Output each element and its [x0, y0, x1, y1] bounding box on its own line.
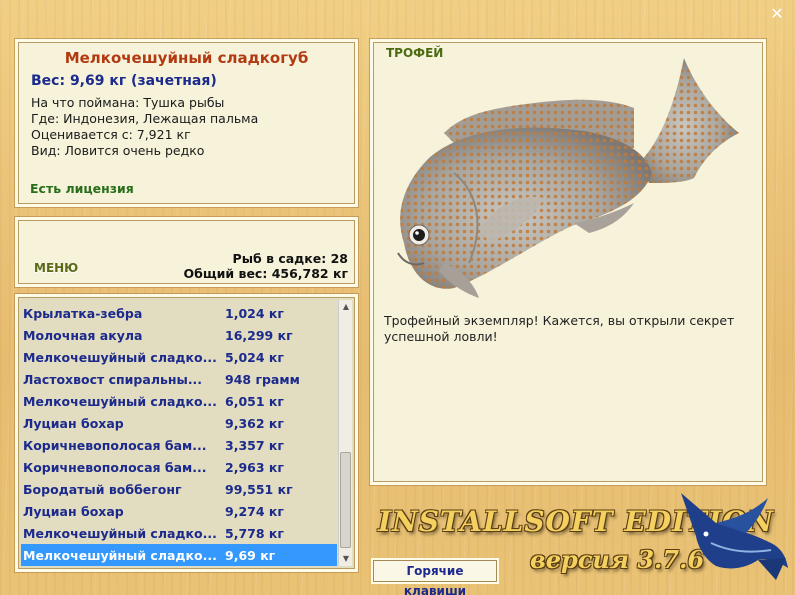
scroll-up-arrow-icon[interactable]: ▲ — [339, 300, 353, 314]
catch-fish-name: Луциан бохар — [23, 415, 124, 431]
catch-list-item[interactable]: Коричневополосая бам... 3,357 кг — [21, 434, 337, 456]
catch-fish-weight: 6,051 кг — [225, 393, 284, 409]
catch-list-item[interactable]: Мелкочешуйный сладко... 9,69 кг — [21, 544, 337, 566]
info-bait: На что поймана: Тушка рыбы — [31, 95, 225, 110]
catch-fish-name: Ластохвост спиральны... — [23, 371, 203, 387]
catch-fish-name: Мелкочешуйный сладко... — [23, 393, 217, 409]
close-button[interactable]: ✕ — [769, 6, 785, 22]
catch-list-item[interactable]: Мелкочешуйный сладко... 6,051 кг — [21, 390, 337, 412]
catch-list: Крылатка-зебра 1,024 кг Молочная акула 16,2… — [21, 302, 337, 566]
info-location: Где: Индонезия, Лежащая пальма — [31, 111, 259, 126]
catch-fish-name: Коричневополосая бам... — [23, 459, 207, 475]
catch-list-item[interactable]: Луциан бохар 9,362 кг — [21, 412, 337, 434]
total-weight: Общий вес: 456,782 кг — [183, 266, 349, 281]
scroll-thumb[interactable] — [340, 452, 351, 548]
scroll-down-arrow-icon[interactable]: ▼ — [339, 552, 353, 566]
catch-fish-name: Коричневополосая бам... — [23, 437, 207, 453]
catch-fish-name: Мелкочешуйный сладко... — [23, 525, 217, 541]
catch-fish-name: Мелкочешуйный сладко... — [23, 547, 217, 563]
catch-fish-name: Крылатка-зебра — [23, 305, 143, 321]
trophy-message: Трофейный экземпляр! Кажется, вы открыли… — [384, 313, 735, 344]
catch-fish-weight: 948 грамм — [225, 371, 300, 387]
catch-list-panel: Крылатка-зебра 1,024 кг Молочная акула 16,2… — [18, 297, 355, 569]
catch-list-item[interactable]: Молочная акула 16,299 кг — [21, 324, 337, 346]
catch-list-item[interactable]: Крылатка-зебра 1,024 кг — [21, 302, 337, 324]
catch-fish-weight: 5,778 кг — [225, 525, 284, 541]
license-status: Есть лицензия — [30, 181, 134, 196]
catch-fish-name: Бородатый воббегонг — [23, 481, 182, 497]
catch-fish-weight: 3,357 кг — [225, 437, 284, 453]
catch-list-item[interactable]: Бородатый воббегонг 99,551 кг — [21, 478, 337, 500]
catch-fish-weight: 5,024 кг — [225, 349, 284, 365]
catch-fish-weight: 9,362 кг — [225, 415, 284, 431]
info-rarity: Вид: Ловится очень редко — [31, 143, 205, 158]
catch-fish-weight: 1,024 кг — [225, 305, 284, 321]
fish-name-title: Мелкочешуйный сладкогуб — [64, 49, 309, 67]
fish-in-cage: Рыб в садке: 28 — [232, 251, 348, 266]
catch-list-item[interactable]: Луциан бохар 9,274 кг — [21, 500, 337, 522]
info-trophy-threshold: Оценивается с: 7,921 кг — [31, 127, 191, 142]
menu-button[interactable]: МЕНЮ — [34, 261, 78, 275]
trophy-panel: ТРОФЕЙ Трофейный экземпляр! Кажется, вы … — [373, 42, 763, 482]
catch-list-item[interactable]: Коричневополосая бам... 2,963 кг — [21, 456, 337, 478]
catch-fish-weight: 9,69 кг — [225, 547, 276, 563]
catch-list-item[interactable]: Мелкочешуйный сладко... 5,024 кг — [21, 346, 337, 368]
fish-info-panel: Мелкочешуйный сладкогуб Вес: 9,69 кг (за… — [18, 42, 355, 204]
catch-fish-name: Луциан бохар — [23, 503, 124, 519]
catch-stats: Рыб в садке: 28 Общий вес: 456,782 кг — [184, 251, 349, 281]
catch-fish-weight: 16,299 кг — [225, 327, 293, 343]
catch-fish-weight: 2,963 кг — [225, 459, 284, 475]
fish-weight: Вес: 9,69 кг (зачетная) — [31, 73, 217, 89]
catch-fish-name: Мелкочешуйный сладко... — [23, 349, 217, 365]
catch-list-item[interactable]: Ластохвост спиральны... 948 грамм — [21, 368, 337, 390]
marlin-logo-icon — [681, 493, 788, 580]
menu-panel: МЕНЮ Рыб в садке: 28 Общий вес: 456,782 … — [18, 220, 355, 284]
catch-list-item[interactable]: Мелкочешуйный сладко... 5,778 кг — [21, 522, 337, 544]
catch-fish-weight: 9,274 кг — [225, 503, 284, 519]
fish-image — [397, 58, 739, 298]
list-scrollbar[interactable]: ▲ ▼ — [338, 300, 352, 566]
hotkeys-button[interactable]: Горячие клавиши — [373, 560, 497, 595]
catch-fish-name: Молочная акула — [23, 327, 143, 343]
catch-fish-weight: 99,551 кг — [225, 481, 293, 497]
